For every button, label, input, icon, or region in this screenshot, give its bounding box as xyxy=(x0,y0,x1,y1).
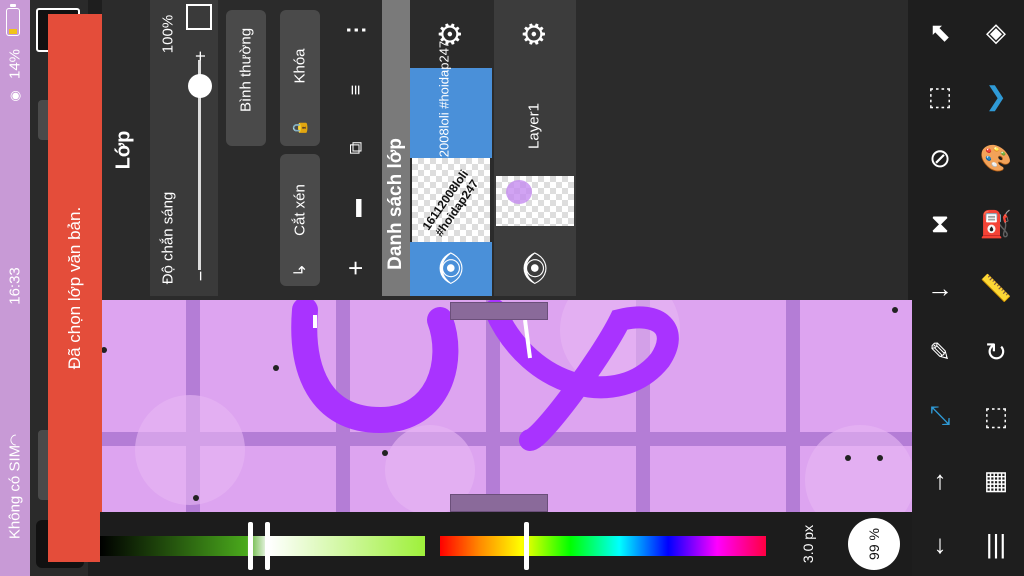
eyedropper-icon[interactable]: ✎ xyxy=(920,332,960,372)
clip-arrow-icon: ↳ xyxy=(292,263,309,277)
hue-gradient-slider[interactable] xyxy=(440,536,766,556)
palette-icon[interactable]: 🎨 xyxy=(976,138,1016,178)
drawing-canvas[interactable] xyxy=(100,300,912,512)
grid-icon[interactable]: ▦ xyxy=(976,460,1016,500)
right-toolbar: ⬉ ◈ ⬚ ❯ ⊘ 🎨 ⧗ ⛽ → 📏 ✎ ↻ ⤡ ⬚ ↑ ▦ ↓ ||| xyxy=(912,0,1024,576)
blend-mode-value: Bình thường xyxy=(237,27,255,113)
layer-order-icon[interactable]: ≡ xyxy=(346,85,367,96)
selection-icon[interactable]: ⬚ xyxy=(976,396,1016,436)
layer-settings-icon-2[interactable]: ⚙ xyxy=(518,21,553,48)
visibility-eye-icon[interactable]: 👁 xyxy=(435,250,468,286)
lasso-icon[interactable]: ⊘ xyxy=(920,138,960,178)
toast-message: Đã chọn lớp văn bản. xyxy=(65,206,84,370)
lock-label: Khóa xyxy=(291,48,309,84)
canvas-strokes xyxy=(135,300,912,512)
select-brush-icon[interactable]: ⤡ xyxy=(920,396,960,436)
opacity-value: 100% xyxy=(159,14,177,54)
move-icon[interactable]: ⬉ xyxy=(920,12,960,52)
menu-icon[interactable]: ||| xyxy=(976,524,1016,564)
opacity-minus-icon[interactable]: − xyxy=(191,271,212,282)
wifi-icon: ◠ xyxy=(6,433,23,447)
expand-icon[interactable] xyxy=(186,4,212,30)
carrier: Không có SIM xyxy=(6,444,24,540)
undo-icon[interactable]: ↑ xyxy=(920,460,960,500)
brush-size[interactable]: 3.0 px xyxy=(800,525,816,563)
clock: 16:33 xyxy=(6,267,24,305)
brush-stack-icon[interactable]: ❯ xyxy=(976,76,1016,116)
opacity-label: Độ chắn sáng xyxy=(159,191,177,285)
brightness-gradient-slider[interactable] xyxy=(100,536,425,556)
battery-cap xyxy=(10,4,16,7)
layer-panel: Lớp 100% + − Độ chắn sáng Bình thường Kh… xyxy=(102,0,908,300)
layer-thumb-blob xyxy=(506,180,532,204)
fill-icon[interactable]: ⛽ xyxy=(976,204,1016,244)
brush-size-value: 3.0 xyxy=(800,543,816,564)
opacity-plus-icon[interactable]: + xyxy=(191,51,212,62)
toast-notification: Đã chọn lớp văn bản. xyxy=(48,14,102,562)
lock-rotation-icon: ◉ xyxy=(7,90,22,102)
transform-icon[interactable]: ⬚ xyxy=(920,76,960,116)
duplicate-layer-icon[interactable]: ⧉ xyxy=(346,142,367,155)
battery-percent: 14% xyxy=(6,48,24,80)
battery-level xyxy=(9,29,17,34)
zoom-level: 99 % xyxy=(866,528,882,560)
ruler-icon[interactable]: 📏 xyxy=(976,268,1016,308)
import-icon[interactable]: → xyxy=(920,268,960,308)
saturation-thumb[interactable] xyxy=(265,522,270,570)
canvas-handle-top[interactable] xyxy=(450,302,548,320)
brush-size-unit: px xyxy=(800,524,816,540)
layer-list-title: Danh sách lớp xyxy=(385,138,406,270)
hue-thumb[interactable] xyxy=(524,522,529,570)
redo-icon[interactable]: ↓ xyxy=(920,524,960,564)
status-bar: 14% ◉ 16:33 Không có SIM ◠ xyxy=(0,0,30,576)
add-layer-icon[interactable]: + xyxy=(341,260,372,275)
layers-icon[interactable]: ◈ xyxy=(976,12,1016,52)
canvas-handle-bottom[interactable] xyxy=(450,494,548,512)
clip-label: Cắt xén xyxy=(291,184,309,236)
visibility-eye-icon-2[interactable]: 👁 xyxy=(519,250,552,286)
layer-name-2: Layer1 xyxy=(525,103,543,149)
brightness-thumb[interactable] xyxy=(248,522,253,570)
more-options-icon[interactable]: ⋮ xyxy=(343,19,369,41)
opacity-slider-thumb[interactable] xyxy=(188,74,212,98)
lock-icon: 🔒 xyxy=(291,119,308,137)
rotate-icon[interactable]: ↻ xyxy=(976,332,1016,372)
panel-title: Lớp xyxy=(112,130,135,170)
delete-layer-icon[interactable]: ▬ xyxy=(346,199,367,217)
flip-icon[interactable]: ⧗ xyxy=(920,204,960,244)
layer-thumbnail-2 xyxy=(496,176,574,226)
